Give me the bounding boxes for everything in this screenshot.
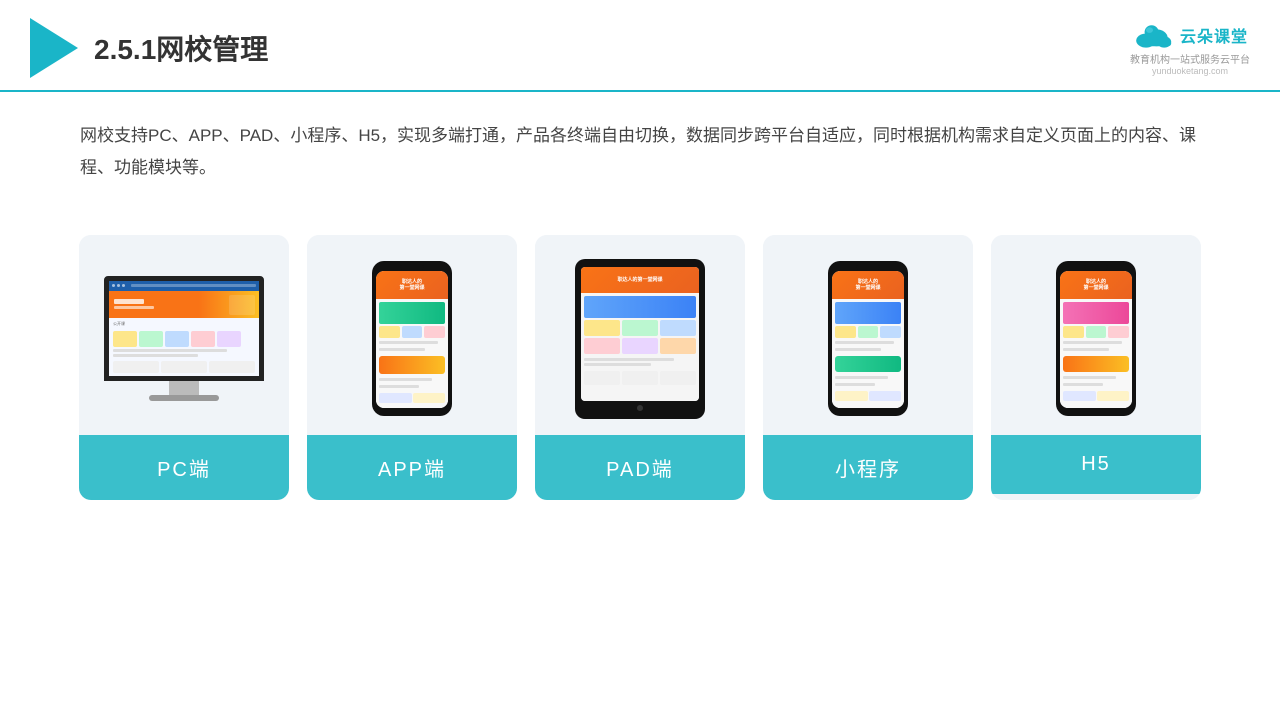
card-miniprogram-label: 小程序	[763, 435, 973, 500]
phone-mockup-h5: 职达人的第一堂网课	[1056, 261, 1136, 416]
card-pad-label: PAD端	[535, 435, 745, 500]
page-title: 2.5.1网校管理	[94, 28, 268, 68]
card-h5-image: 职达人的第一堂网课	[991, 235, 1201, 435]
phone-body-mini: 职达人的第一堂网课	[828, 261, 908, 416]
description-content: 网校支持PC、APP、PAD、小程序、H5，实现多端打通，产品各终端自由切换，数…	[80, 126, 1196, 177]
cards-container: 公开课	[0, 205, 1280, 500]
phone-body-h5: 职达人的第一堂网课	[1056, 261, 1136, 416]
page-header: 2.5.1网校管理 云朵课堂 教育机构一站式服务云平台 yunduoketang…	[0, 0, 1280, 92]
brand-name: 云朵课堂	[1180, 23, 1248, 47]
card-app: 职达人的第一堂网课	[307, 235, 517, 500]
tablet-body: 职达人的第一堂网课	[575, 259, 705, 419]
logo-triangle-icon	[30, 18, 78, 78]
header-right: 云朵课堂 教育机构一站式服务云平台 yunduoketang.com	[1130, 21, 1250, 76]
card-pc-image: 公开课	[79, 235, 289, 435]
card-pad: 职达人的第一堂网课	[535, 235, 745, 500]
monitor-mockup: 公开课	[104, 276, 264, 401]
phone-mockup-app: 职达人的第一堂网课	[372, 261, 452, 416]
description-text: 网校支持PC、APP、PAD、小程序、H5，实现多端打通，产品各终端自由切换，数…	[0, 92, 1280, 195]
card-pc-label: PC端	[79, 435, 289, 500]
card-app-image: 职达人的第一堂网课	[307, 235, 517, 435]
card-miniprogram-image: 职达人的第一堂网课	[763, 235, 973, 435]
cloud-icon	[1132, 21, 1174, 49]
card-h5-label: H5	[991, 435, 1201, 494]
card-pad-image: 职达人的第一堂网课	[535, 235, 745, 435]
tablet-mockup: 职达人的第一堂网课	[575, 259, 705, 419]
card-h5: 职达人的第一堂网课	[991, 235, 1201, 500]
card-miniprogram: 职达人的第一堂网课	[763, 235, 973, 500]
brand-slogan: 教育机构一站式服务云平台	[1130, 51, 1250, 66]
brand-logo: 云朵课堂	[1132, 21, 1248, 49]
card-app-label: APP端	[307, 435, 517, 500]
brand-url: yunduoketang.com	[1152, 66, 1228, 76]
phone-mockup-mini: 职达人的第一堂网课	[828, 261, 908, 416]
monitor-screen: 公开课	[104, 276, 264, 381]
phone-body-app: 职达人的第一堂网课	[372, 261, 452, 416]
header-left: 2.5.1网校管理	[30, 18, 268, 78]
card-pc: 公开课	[79, 235, 289, 500]
